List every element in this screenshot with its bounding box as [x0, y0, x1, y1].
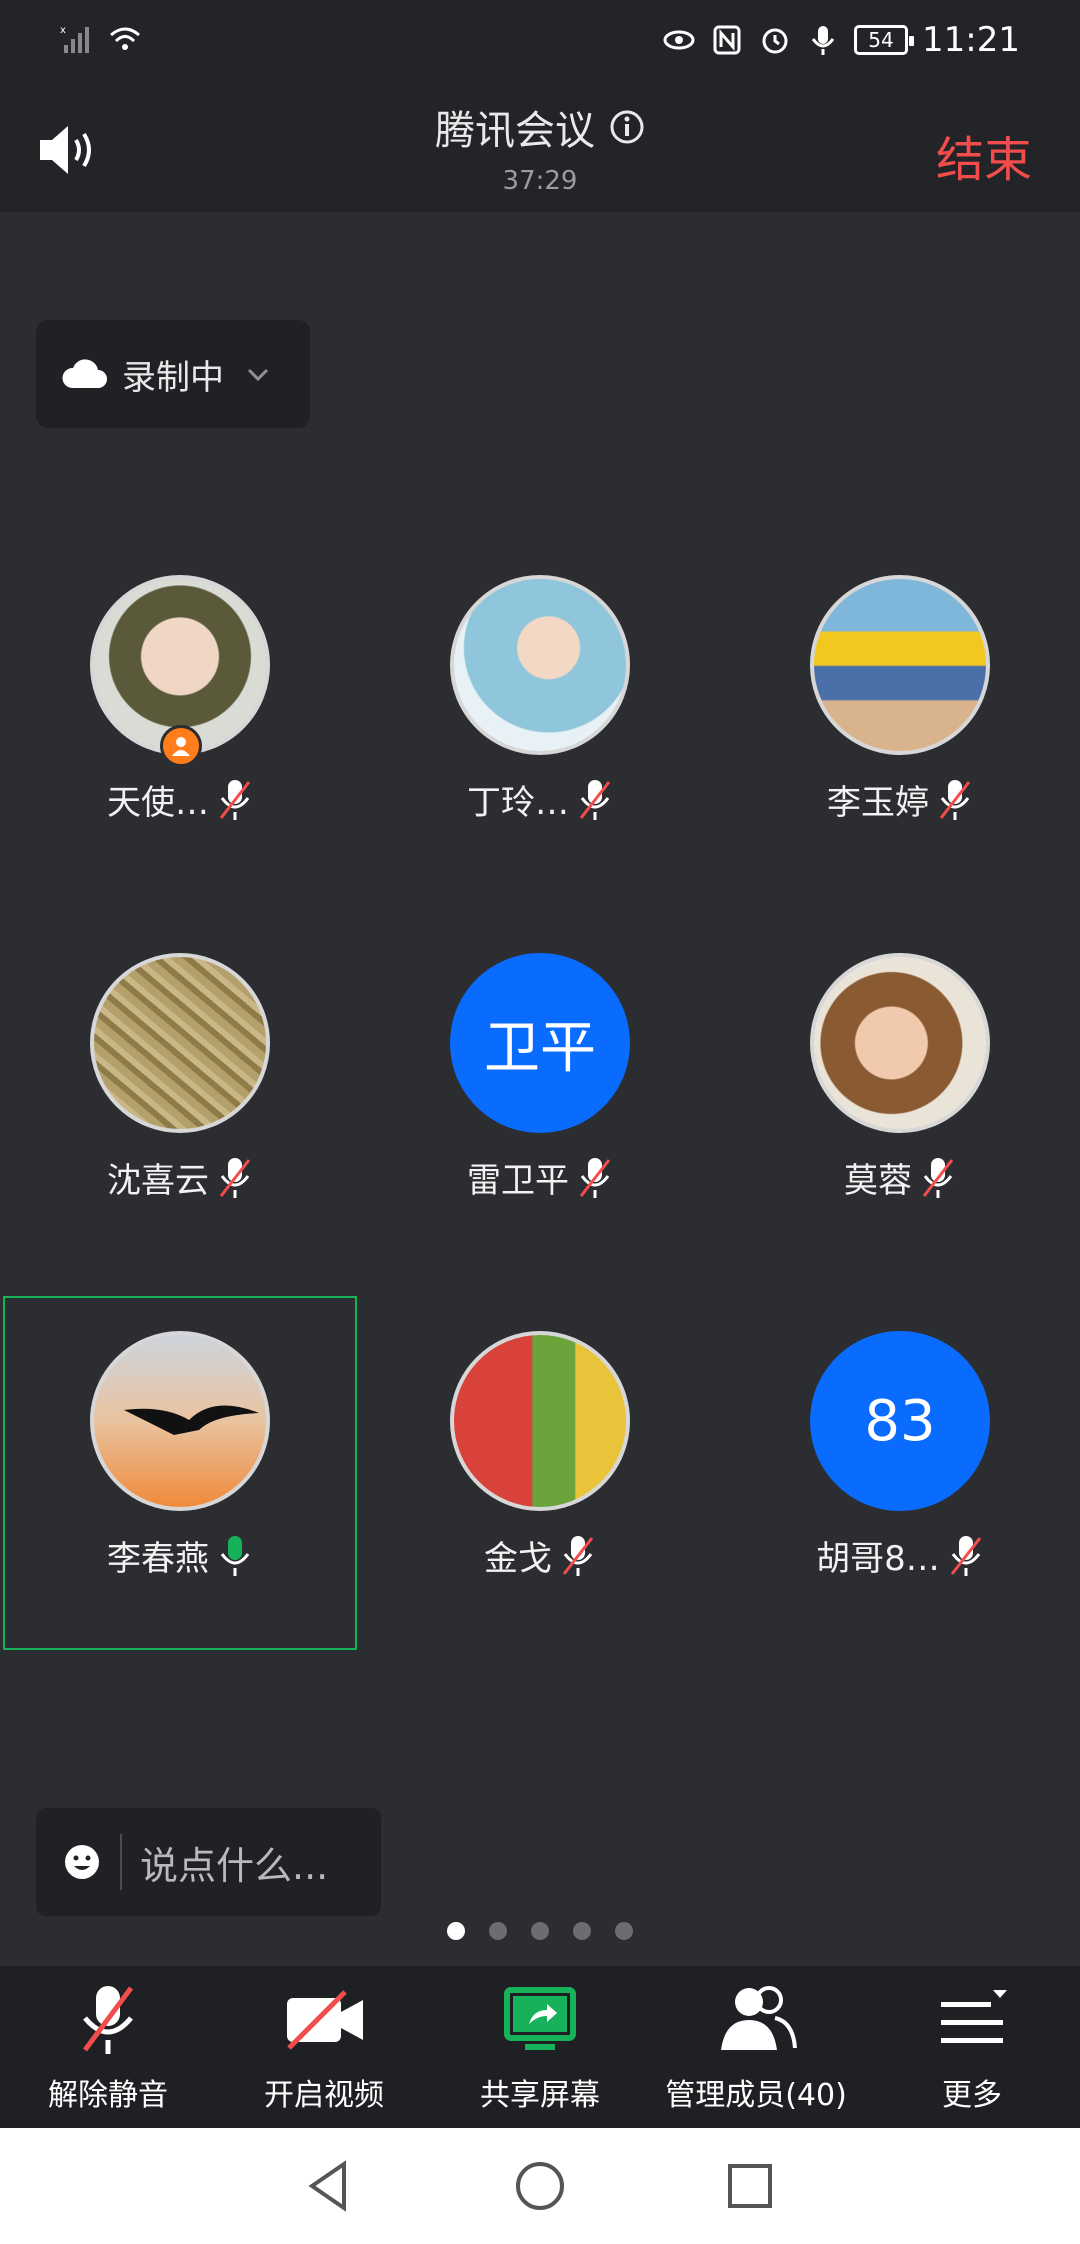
more-button[interactable]: 更多 [864, 1980, 1080, 2114]
manage-members-label: 管理成员(40) [665, 2078, 847, 2113]
participant-tile[interactable]: 天使… [0, 560, 360, 910]
menu-icon [941, 1990, 1007, 2043]
participant-tile[interactable]: 沈喜云 [0, 938, 360, 1288]
participant-name: 雷卫平 [467, 1161, 569, 1201]
participant-tile[interactable]: 金戈 [360, 1316, 720, 1666]
meeting-toolbar: 解除静音 开启视频 共享屏幕 管理成员(40) 更多 [0, 1966, 1080, 2128]
avatar-initials: 卫平 [450, 953, 630, 1133]
participant-tile[interactable]: 卫平 雷卫平 [360, 938, 720, 1288]
meeting-header: 腾讯会议 37:29 结束 [0, 80, 1080, 212]
share-screen-button[interactable]: 共享屏幕 [432, 1980, 648, 2114]
avatar [450, 575, 630, 755]
emoji-icon[interactable] [62, 1842, 102, 1882]
recording-status-button[interactable]: 录制中 [36, 320, 310, 428]
mic-status-icon [811, 26, 835, 55]
page-dot[interactable] [489, 1922, 507, 1940]
participant-tile[interactable]: 83 胡哥8… [720, 1316, 1080, 1666]
mic-muted-icon [562, 1535, 594, 1576]
meeting-duration: 37:29 [502, 166, 578, 196]
status-bar: x 54 11:21 [0, 0, 1080, 80]
info-icon[interactable] [609, 109, 645, 145]
clock: 11:21 [922, 20, 1020, 60]
svg-text:x: x [60, 25, 66, 36]
signal-icon: x [60, 25, 89, 53]
mic-muted-icon [950, 1535, 981, 1576]
wifi-icon [110, 27, 140, 50]
page-dot[interactable] [615, 1922, 633, 1940]
chevron-down-icon [247, 368, 269, 382]
mic-muted-icon [579, 779, 611, 820]
participant-tile[interactable]: 李玉婷 [720, 560, 1080, 910]
chat-input[interactable]: 说点什么... [36, 1808, 381, 1916]
share-screen-label: 共享屏幕 [480, 2078, 600, 2113]
more-label: 更多 [942, 2078, 1002, 2113]
page-dot[interactable] [531, 1922, 549, 1940]
participant-name: 丁玲… [467, 783, 569, 823]
nfc-icon [713, 25, 741, 55]
mic-muted-icon [922, 1157, 954, 1198]
page-dot[interactable] [447, 1922, 465, 1940]
alarm-icon [762, 28, 788, 54]
mic-muted-icon [579, 1157, 611, 1198]
cloud-icon [62, 359, 107, 388]
participant-name: 沈喜云 [107, 1161, 209, 1201]
divider [120, 1834, 122, 1890]
participant-tile[interactable]: 莫蓉 [720, 938, 1080, 1288]
participant-name: 李玉婷 [827, 783, 929, 823]
mic-muted-icon [82, 1986, 134, 2054]
eye-icon [663, 30, 695, 50]
participant-tile[interactable]: 丁玲… [360, 560, 720, 910]
avatar [810, 575, 990, 755]
mic-muted-icon [219, 779, 251, 820]
share-screen-icon [504, 1987, 576, 2050]
avatar [90, 1331, 270, 1511]
host-icon [172, 737, 190, 756]
back-icon[interactable] [300, 2156, 360, 2216]
mic-speaking-icon [220, 1535, 250, 1576]
recording-label: 录制中 [122, 357, 224, 398]
mic-muted-icon [939, 779, 971, 820]
unmute-label: 解除静音 [48, 2078, 168, 2113]
home-icon[interactable] [510, 2156, 570, 2216]
participant-name: 李春燕 [107, 1539, 209, 1579]
host-badge [160, 725, 202, 767]
avatar-initials: 83 [810, 1331, 990, 1511]
start-video-label: 开启视频 [264, 2078, 384, 2113]
unmute-button[interactable]: 解除静音 [0, 1980, 216, 2114]
participant-name: 莫蓉 [844, 1161, 912, 1201]
participant-name: 胡哥8… [816, 1539, 940, 1579]
page-dot[interactable] [573, 1922, 591, 1940]
members-icon [721, 1986, 797, 2050]
avatar [450, 1331, 630, 1511]
avatar [90, 953, 270, 1133]
start-video-button[interactable]: 开启视频 [216, 1980, 432, 2114]
video-off-icon [287, 1990, 363, 2050]
meeting-title[interactable]: 腾讯会议 [435, 98, 645, 156]
page-indicator [0, 1922, 1080, 1940]
participant-tile[interactable]: 李春燕 [0, 1316, 360, 1666]
mic-muted-icon [219, 1157, 251, 1198]
chat-placeholder: 说点什么... [140, 1843, 329, 1888]
bird-silhouette [124, 1405, 259, 1435]
recents-icon[interactable] [720, 2156, 780, 2216]
meeting-title-text: 腾讯会议 [435, 108, 595, 154]
battery-indicator: 54 [854, 25, 915, 55]
manage-members-button[interactable]: 管理成员(40) [648, 1980, 864, 2114]
participant-name: 金戈 [484, 1539, 552, 1579]
avatar [810, 953, 990, 1133]
participant-name: 天使… [107, 783, 209, 823]
end-meeting-button[interactable]: 结束 [936, 120, 1032, 190]
system-navbar [0, 2128, 1080, 2244]
